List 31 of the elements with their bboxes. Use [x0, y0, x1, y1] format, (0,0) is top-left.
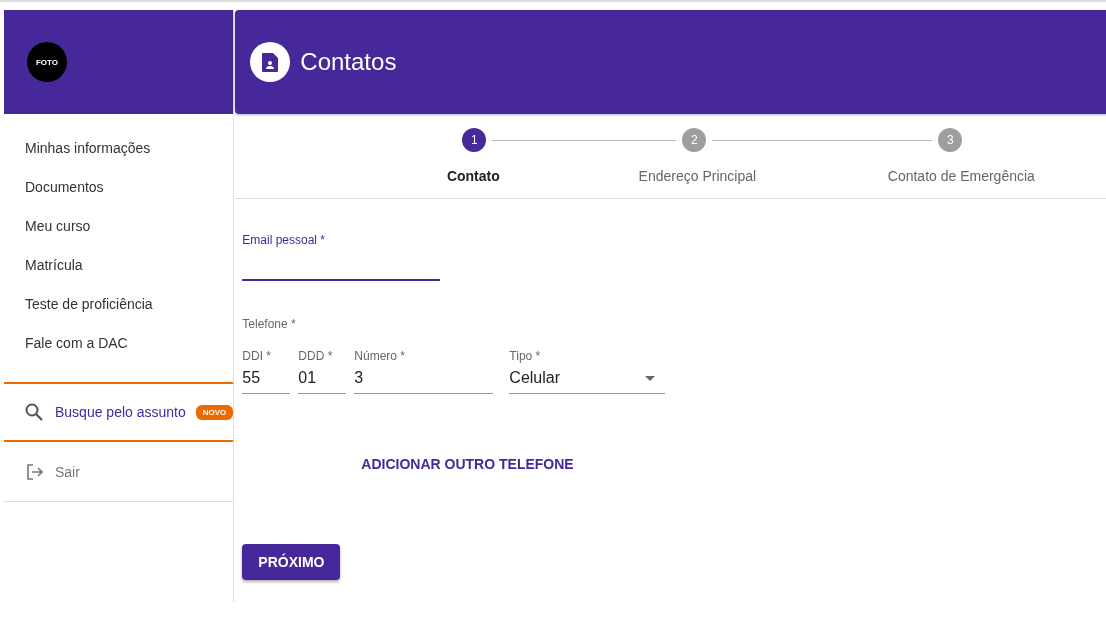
- logout-icon[interactable]: [25, 461, 45, 482]
- step-label[interactable]: Contato de Emergência: [807, 168, 1106, 184]
- sidebar-link[interactable]: Teste de proficiência: [4, 284, 234, 323]
- contact-file-icon: [250, 42, 291, 82]
- add-phone-button[interactable]: ADICIONAR OUTRO TELEFONE: [353, 452, 582, 476]
- page-title: Contatos: [300, 48, 397, 76]
- new-badge: NOVO: [195, 404, 234, 420]
- profile-photo: FOTO: [27, 42, 67, 82]
- sidebar-link[interactable]: Matrícula: [4, 245, 234, 284]
- field-label: Tipo *: [509, 349, 542, 363]
- field-label: Número *: [354, 349, 406, 363]
- logout-link[interactable]: Sair: [55, 463, 80, 480]
- type-dropdown[interactable]: Celular: [509, 363, 666, 394]
- search-link[interactable]: Busque pelo assunto: [55, 404, 186, 420]
- next-button[interactable]: PRÓXIMO: [242, 544, 341, 580]
- caret-icon: [645, 375, 656, 381]
- text-field[interactable]: 55: [242, 363, 291, 394]
- sidebar-link[interactable]: Minhas informações: [4, 128, 234, 167]
- search-icon: [24, 402, 44, 422]
- step-label[interactable]: Endereço Principal: [587, 168, 808, 184]
- field-label: Email pessoal *: [242, 233, 327, 247]
- group-label: Telefone *: [242, 317, 296, 331]
- step-number[interactable]: 1: [462, 128, 487, 152]
- text-field[interactable]: 3: [354, 363, 494, 394]
- sidebar-link[interactable]: Fale com a DAC: [4, 323, 234, 362]
- step-label[interactable]: Contato: [359, 168, 588, 184]
- field-label: DDI *: [242, 349, 272, 363]
- sidebar-link[interactable]: Meu curso: [4, 206, 234, 245]
- field-label: DDD *: [298, 349, 334, 363]
- text-field[interactable]: 01: [298, 363, 347, 394]
- sidebar-link[interactable]: Documentos: [4, 167, 234, 206]
